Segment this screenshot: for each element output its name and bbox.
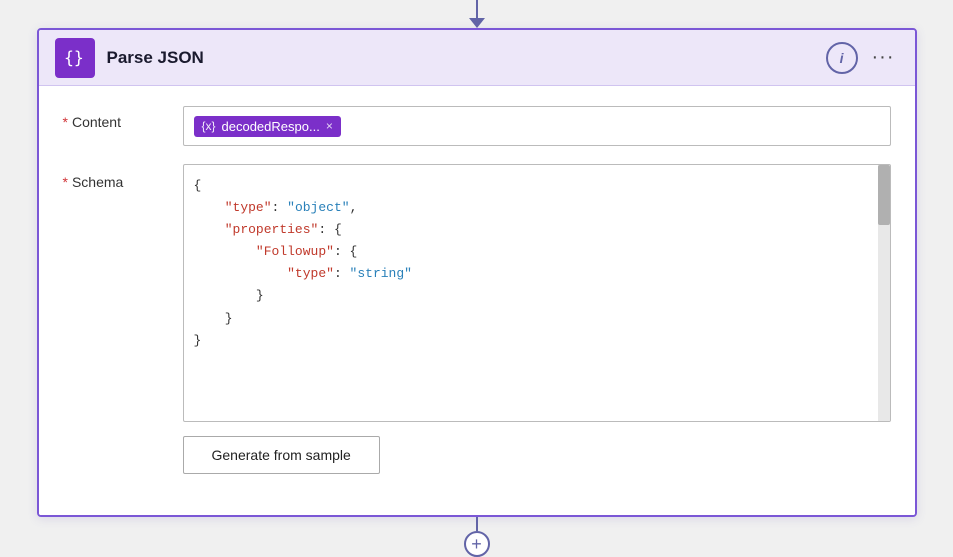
top-connector <box>469 0 485 28</box>
required-star-schema: * <box>63 174 68 190</box>
bottom-connector: + <box>464 517 490 557</box>
card-body: *Content {x} decodedRespo... × *Schema <box>39 86 915 516</box>
parse-json-card: {} Parse JSON i ··· *Content <box>37 28 917 517</box>
card-header: {} Parse JSON i ··· <box>39 30 915 86</box>
card-icon-wrap: {} <box>55 38 95 78</box>
canvas: {} Parse JSON i ··· *Content <box>0 0 953 557</box>
decoded-respo-token[interactable]: {x} decodedRespo... × <box>194 116 341 137</box>
more-options-button[interactable]: ··· <box>868 46 899 69</box>
connector-line-bottom <box>476 517 478 531</box>
content-row: *Content {x} decodedRespo... × <box>63 106 891 146</box>
token-icon: {x} <box>202 119 216 133</box>
schema-textarea[interactable]: { "type": "object", "properties": { "Fol… <box>183 164 891 422</box>
connector-arrow-top <box>469 18 485 28</box>
connector-line-top <box>476 0 478 18</box>
info-button[interactable]: i <box>826 42 858 74</box>
header-actions: i ··· <box>826 42 899 74</box>
required-star-content: * <box>63 114 68 130</box>
token-close-button[interactable]: × <box>326 119 333 133</box>
token-name: decodedRespo... <box>222 119 320 134</box>
content-label: *Content <box>63 106 183 130</box>
generate-from-sample-button[interactable]: Generate from sample <box>183 436 380 474</box>
add-step-button[interactable]: + <box>464 531 490 557</box>
schema-code-block: { "type": "object", "properties": { "Fol… <box>184 165 890 421</box>
card-title: Parse JSON <box>107 48 814 68</box>
schema-scrollbar-thumb <box>878 165 890 225</box>
svg-text:{}: {} <box>64 48 84 67</box>
braces-icon: {} <box>64 47 86 69</box>
content-field[interactable]: {x} decodedRespo... × <box>183 106 891 146</box>
schema-label: *Schema <box>63 164 183 190</box>
schema-field: { "type": "object", "properties": { "Fol… <box>183 164 891 474</box>
schema-row: *Schema { "type": "object", "properties"… <box>63 164 891 474</box>
schema-scrollbar[interactable] <box>878 165 890 421</box>
